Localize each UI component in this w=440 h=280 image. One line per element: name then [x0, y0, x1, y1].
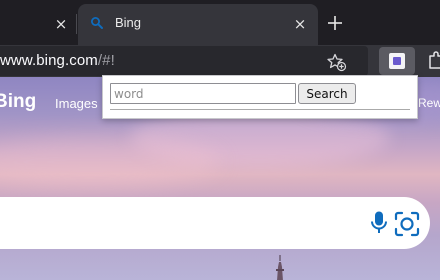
tab-close-icon[interactable]: ×	[290, 14, 310, 34]
background-landmark	[276, 255, 284, 280]
nav-rewards-link[interactable]: Rewar	[418, 96, 440, 110]
tab-strip: × Bing ×	[0, 0, 440, 45]
background-cloud	[0, 137, 220, 187]
address-bar[interactable]: www.bing.com/#!	[0, 46, 368, 76]
microphone-icon[interactable]	[370, 210, 388, 236]
tab-separator	[76, 14, 77, 34]
visual-search-icon[interactable]	[394, 211, 420, 237]
extension-icon	[389, 53, 405, 69]
tab-title: Bing	[115, 15, 142, 30]
word-input[interactable]	[110, 83, 296, 104]
puzzle-icon[interactable]	[427, 50, 440, 72]
tab-bing[interactable]: Bing ×	[78, 4, 318, 45]
popup-divider	[110, 109, 410, 110]
plus-icon[interactable]	[323, 11, 347, 35]
extension-button[interactable]	[379, 47, 415, 75]
navigation-toolbar: www.bing.com/#!	[0, 45, 440, 77]
url-path: /#!	[97, 52, 115, 69]
url-host: www.bing.com	[0, 52, 98, 69]
search-button[interactable]: Search	[298, 83, 356, 104]
tab-previous[interactable]: ×	[0, 4, 74, 42]
bing-search-box[interactable]	[0, 197, 430, 249]
bing-logo[interactable]: Bing	[0, 91, 36, 113]
address-bar-url[interactable]: www.bing.com/#!	[0, 52, 115, 69]
search-icon	[91, 17, 103, 29]
extension-popup: Search	[102, 75, 418, 119]
nav-images-link[interactable]: Images	[55, 96, 98, 111]
tab-close-icon[interactable]: ×	[51, 14, 71, 34]
bookmark-add-icon[interactable]	[327, 52, 347, 72]
